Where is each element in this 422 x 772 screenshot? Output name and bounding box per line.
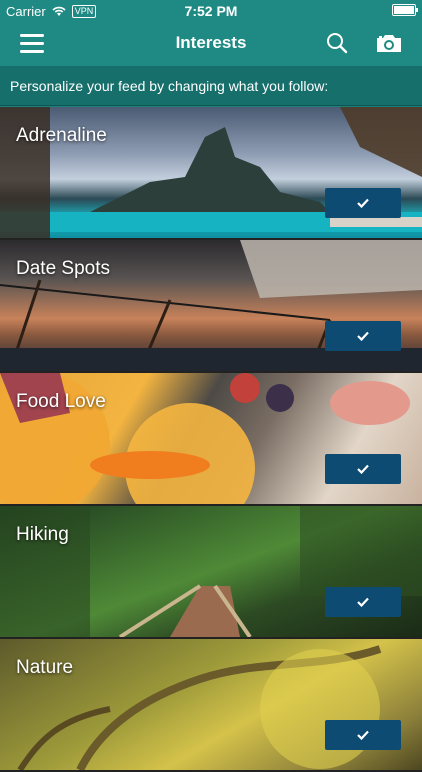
interest-card-date-spots[interactable]: Date Spots [0,240,422,373]
checkmark-icon [357,730,369,740]
interest-card-nature[interactable]: Nature [0,639,422,772]
instructions-banner: Personalize your feed by changing what y… [0,66,422,106]
interests-list: Adrenaline Date Spots Food Love Hiking N… [0,107,422,772]
checkmark-icon [357,597,369,607]
camera-icon[interactable] [375,32,403,54]
page-title: Interests [175,33,247,52]
follow-toggle-button[interactable] [325,587,401,617]
interest-label: Nature [16,657,74,678]
battery-icon [392,4,418,19]
follow-toggle-button[interactable] [325,188,401,218]
interest-label: Date Spots [16,258,110,279]
checkmark-icon [357,464,369,474]
follow-toggle-button[interactable] [325,321,401,351]
interest-card-hiking[interactable]: Hiking [0,506,422,639]
checkmark-icon [357,331,369,341]
interest-card-adrenaline[interactable]: Adrenaline [0,107,422,240]
status-time: 7:52 PM [184,3,238,19]
nav-bar: Interests [0,22,422,66]
follow-toggle-button[interactable] [325,454,401,484]
interest-label: Hiking [16,524,69,545]
checkmark-icon [357,198,369,208]
interest-card-food-love[interactable]: Food Love [0,373,422,506]
follow-toggle-button[interactable] [325,720,401,750]
interest-label: Adrenaline [16,125,107,146]
interest-label: Food Love [16,391,106,412]
status-bar: Carrier VPN 7:52 PM [0,0,422,22]
search-icon[interactable] [326,32,348,54]
